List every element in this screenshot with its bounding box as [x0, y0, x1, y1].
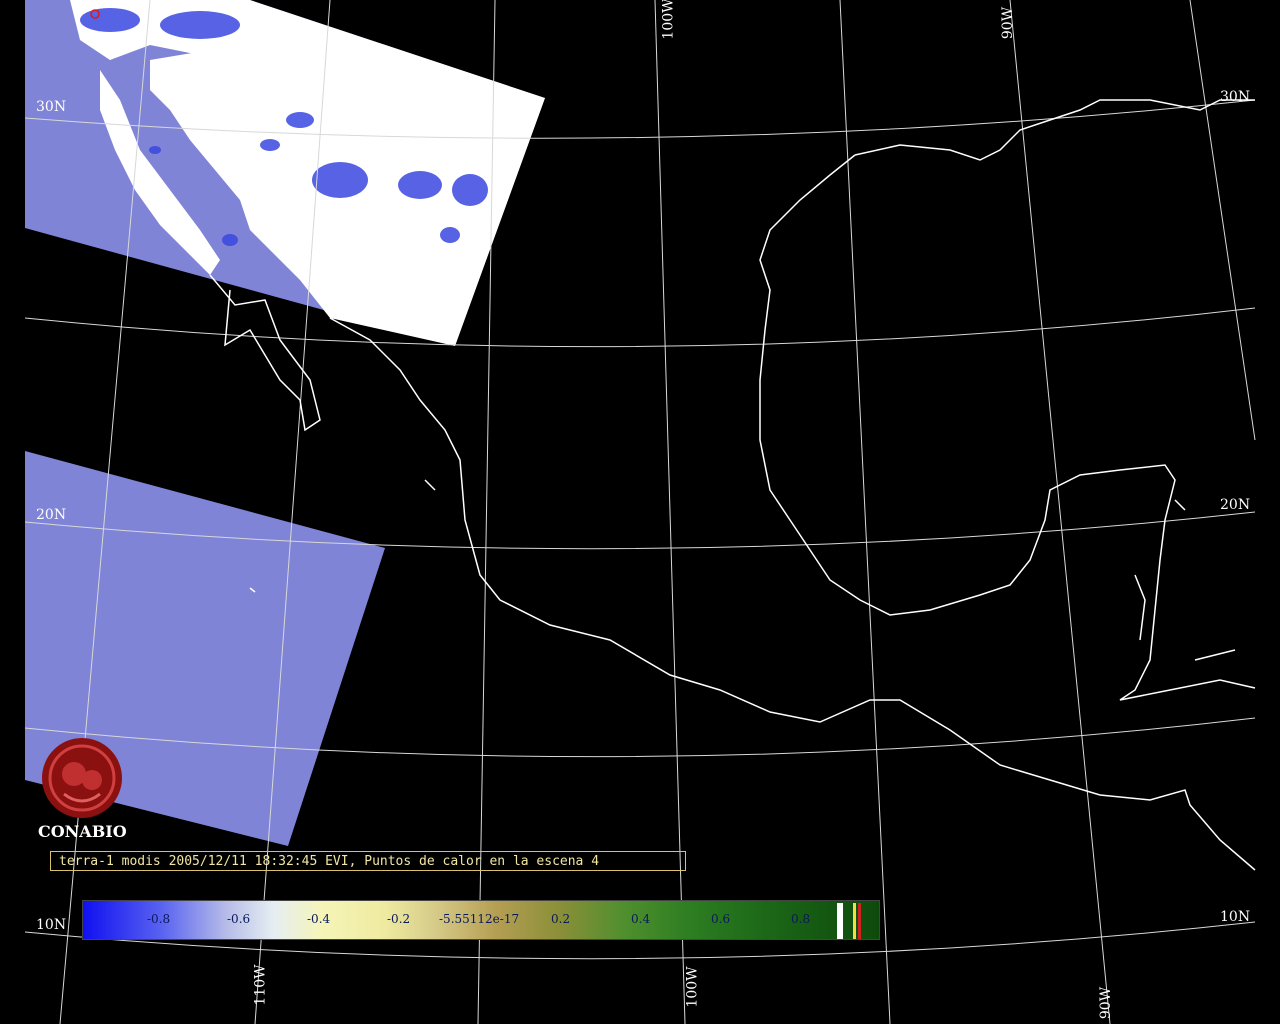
evi-colorbar: -0.8 -0.6 -0.4 -0.2 -5.55112e-17 0.2 0.4… [82, 900, 880, 940]
colorbar-tick: -5.55112e-17 [439, 912, 520, 926]
colorbar-tick: 0.6 [711, 912, 731, 926]
lat-label-10n: 10N [36, 917, 67, 933]
lon-label-100w-top: 100W [660, 0, 677, 40]
colorbar-special-red [858, 903, 861, 939]
lon-90w [1009, 0, 1111, 1024]
colorbar-tick: 0.4 [631, 912, 651, 926]
lon-label-90w-bottom: 90W [1098, 986, 1115, 1020]
lat-25n [24, 307, 1256, 348]
lat-label-30n: 30N [36, 99, 67, 115]
logo-wordmark: CONABIO [38, 822, 127, 841]
colorbar-tick: 0.2 [551, 912, 571, 926]
yucatan-islands [1134, 499, 1236, 661]
colorbar-tick: -0.2 [387, 912, 411, 926]
lon-95w [839, 0, 891, 1024]
lon-label-110w: 110W [252, 964, 269, 1006]
lat-label-20n-east: 20N [1220, 497, 1251, 513]
scene-caption: terra-1 modis 2005/12/11 18:32:45 EVI, P… [50, 851, 686, 871]
lon-label-100w-bottom: 100W [684, 966, 701, 1008]
gulf-coast [759, 99, 1256, 701]
colorbar-tick: -0.4 [307, 912, 331, 926]
colorbar-tick: 0.8 [791, 912, 811, 926]
colorbar-special-white [837, 903, 843, 939]
lat-label-20n: 20N [36, 507, 67, 523]
colorbar-tick: -0.8 [147, 912, 171, 926]
lat-label-10n-east: 10N [1220, 909, 1251, 925]
conabio-logo [42, 738, 122, 818]
lat-label-30n-east: 30N [1220, 89, 1251, 105]
colorbar-tick: -0.6 [227, 912, 251, 926]
colorbar-special-yellow [853, 903, 856, 939]
lon-label-90w-top: 90W [1000, 6, 1017, 40]
lon-85w [1189, 0, 1256, 441]
satellite-swaths [25, 0, 545, 846]
